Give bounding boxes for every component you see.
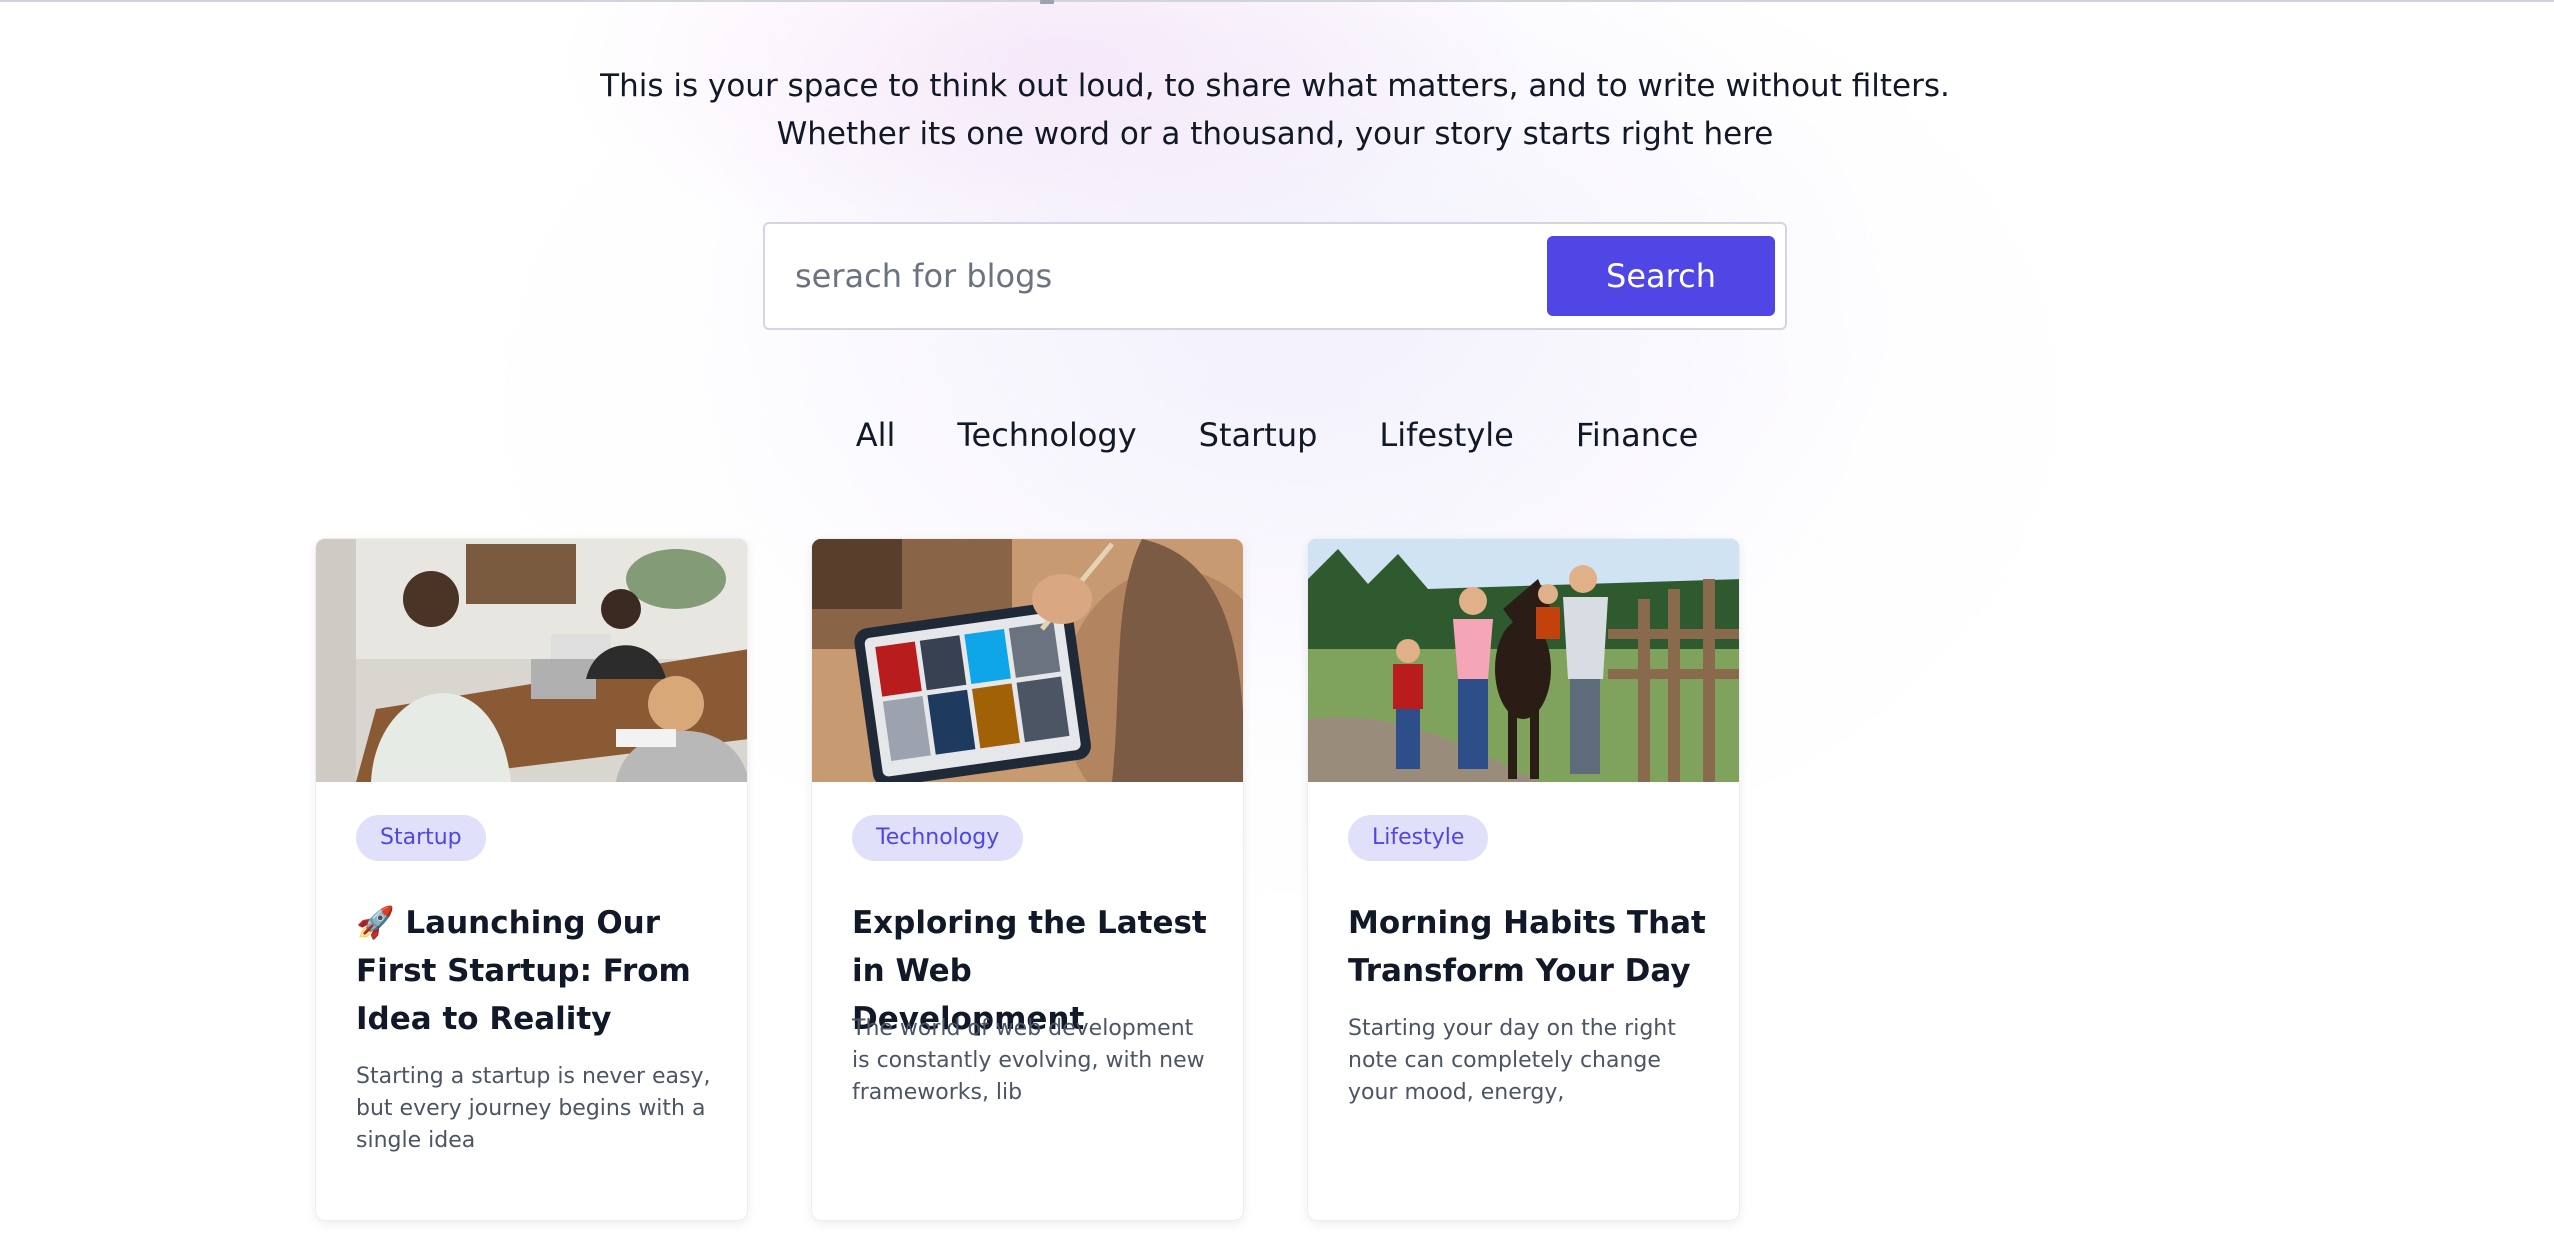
tab-technology[interactable]: Technology <box>957 410 1136 460</box>
tab-finance[interactable]: Finance <box>1576 410 1698 460</box>
tab-startup[interactable]: Startup <box>1199 410 1318 460</box>
top-marker <box>1040 0 1054 4</box>
category-badge[interactable]: Startup <box>356 815 486 861</box>
family-horse-photo[interactable] <box>1308 539 1739 782</box>
blog-card-startup[interactable]: Startup 🚀 Launching Our First Startup: F… <box>315 538 748 1221</box>
search-bar: Search <box>763 222 1787 330</box>
category-filter-tabs: All Technology Startup Lifestyle Finance <box>0 410 2554 460</box>
post-excerpt: The world of web development is constant… <box>852 1016 1205 1105</box>
post-excerpt: Starting your day on the right note can … <box>1348 1016 1676 1105</box>
blog-card-lifestyle[interactable]: Lifestyle Morning Habits That Transform … <box>1307 538 1740 1221</box>
top-divider <box>0 0 2554 2</box>
tab-all[interactable]: All <box>856 410 896 460</box>
tablet-design-photo[interactable] <box>812 539 1243 782</box>
search-input[interactable] <box>795 244 1495 308</box>
office-meeting-photo[interactable] <box>316 539 747 782</box>
post-excerpt: Starting a startup is never easy, but ev… <box>356 1064 711 1153</box>
post-title[interactable]: Morning Habits That Transform Your Day <box>1348 899 1708 995</box>
tab-lifestyle[interactable]: Lifestyle <box>1379 410 1513 460</box>
category-badge[interactable]: Lifestyle <box>1348 815 1489 861</box>
hero-tagline: This is your space to think out loud, to… <box>600 68 1950 152</box>
search-button[interactable]: Search <box>1547 236 1775 316</box>
post-title[interactable]: 🚀 Launching Our First Startup: From Idea… <box>356 899 716 1043</box>
blog-card-technology[interactable]: Technology Exploring the Latest in Web D… <box>811 538 1244 1221</box>
category-badge[interactable]: Technology <box>852 815 1024 861</box>
